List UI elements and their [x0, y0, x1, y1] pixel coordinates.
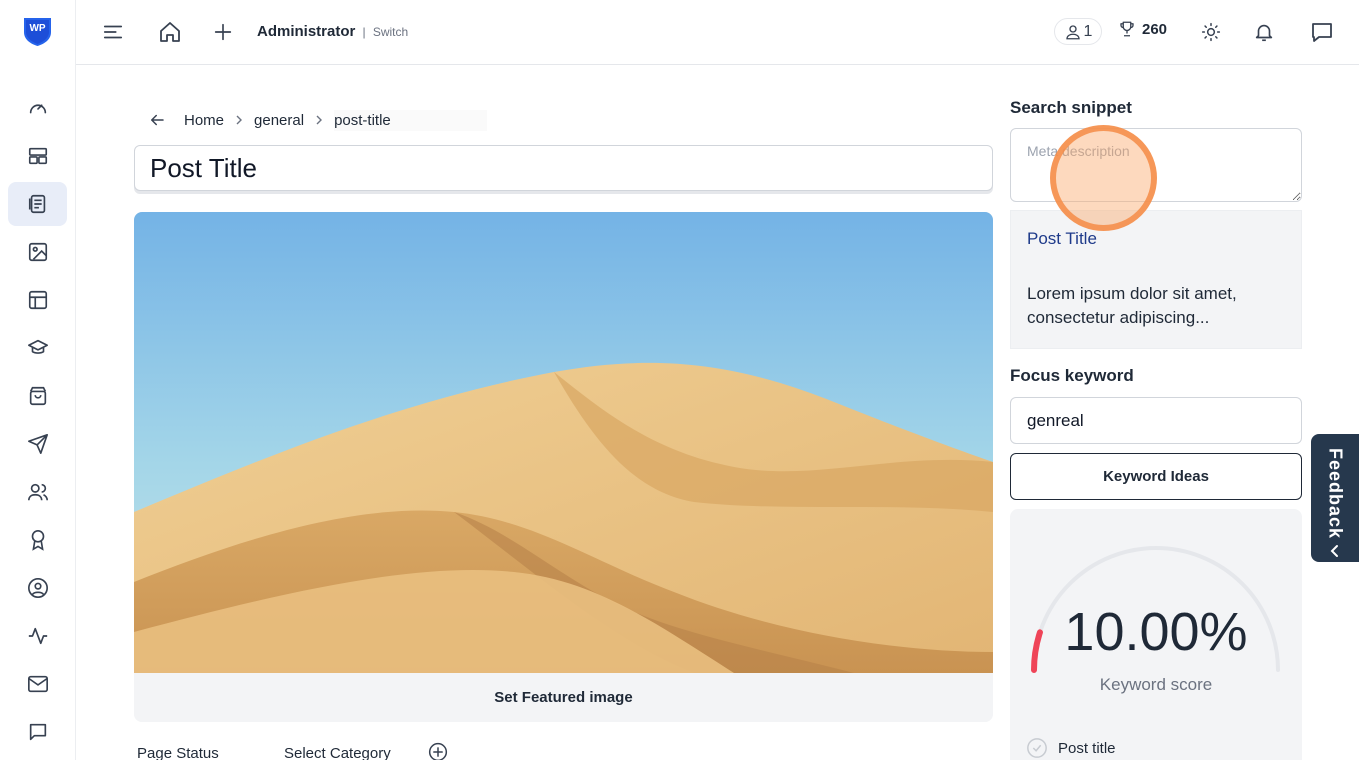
- sidebar-item-tables[interactable]: [8, 278, 67, 322]
- search-snippet-heading: Search snippet: [1010, 98, 1132, 117]
- points-display[interactable]: 260: [1118, 20, 1167, 38]
- sidebar-item-courses[interactable]: [8, 326, 67, 370]
- sidebar-item-shop[interactable]: [8, 374, 67, 418]
- layout-icon: [27, 145, 49, 167]
- check-item: Post title: [1026, 737, 1116, 759]
- sidebar-item-activity[interactable]: [8, 614, 67, 658]
- add-category-icon[interactable]: [428, 742, 448, 760]
- sidebar: WP: [0, 0, 76, 760]
- switch-link[interactable]: Switch: [373, 25, 408, 39]
- sidebar-item-media[interactable]: [8, 230, 67, 274]
- breadcrumb-home[interactable]: Home: [184, 112, 224, 129]
- meta-description-input[interactable]: [1010, 128, 1302, 202]
- breadcrumb-category[interactable]: general: [254, 112, 304, 129]
- sidebar-item-badges[interactable]: [8, 518, 67, 562]
- keyword-score-card: 10.00% Keyword score Post title: [1010, 509, 1302, 760]
- users-icon: [27, 481, 49, 503]
- keyword-ideas-button[interactable]: Keyword Ideas: [1010, 453, 1302, 500]
- snippet-preview-description: Lorem ipsum dolor sit amet, consectetur …: [1027, 284, 1237, 327]
- online-users-pill[interactable]: 1: [1054, 18, 1102, 45]
- select-category-label[interactable]: Select Category: [284, 745, 391, 760]
- send-icon: [27, 433, 49, 455]
- sidebar-item-profile[interactable]: [8, 566, 67, 610]
- messages-icon[interactable]: [1308, 18, 1336, 46]
- activity-icon: [27, 625, 49, 647]
- graduation-cap-icon: [27, 337, 49, 359]
- add-new-icon[interactable]: [209, 18, 237, 46]
- breadcrumb: Home general post-title: [148, 108, 487, 132]
- shopping-bag-icon: [27, 385, 49, 407]
- check-item-label: Post title: [1058, 739, 1116, 757]
- user-circle-icon: [27, 577, 49, 599]
- theme-toggle-icon[interactable]: [1197, 18, 1225, 46]
- breadcrumb-slug[interactable]: post-title: [334, 109, 487, 131]
- sidebar-item-campaigns[interactable]: [8, 422, 67, 466]
- feedback-label: Feedback: [1325, 448, 1346, 540]
- set-featured-image-button[interactable]: Set Featured image: [134, 673, 993, 722]
- snippet-preview: Post Title Lorem ipsum dolor sit amet, c…: [1010, 210, 1302, 349]
- user-icon: [1064, 23, 1082, 41]
- back-arrow-icon[interactable]: [148, 111, 166, 129]
- chat-icon: [27, 721, 49, 743]
- post-title-input[interactable]: [134, 145, 993, 191]
- featured-image-card: Set Featured image: [134, 212, 993, 722]
- user-switcher[interactable]: Administrator | Switch: [257, 23, 408, 40]
- wp-logo[interactable]: WP: [22, 15, 53, 47]
- dashboard-gauge-icon: [27, 97, 49, 119]
- snippet-preview-title: Post Title: [1027, 229, 1097, 248]
- trophy-icon: [1118, 20, 1136, 38]
- table-icon: [27, 289, 49, 311]
- sidebar-item-dashboard[interactable]: [8, 86, 67, 130]
- top-bar: Administrator | Switch 1 260: [76, 0, 1359, 65]
- user-name: Administrator: [257, 23, 356, 40]
- feedback-tab[interactable]: Feedback: [1311, 434, 1359, 562]
- focus-keyword-heading: Focus keyword: [1010, 366, 1134, 385]
- keyword-score-value: 10.00%: [1064, 602, 1248, 662]
- image-icon: [27, 241, 49, 263]
- bell-icon[interactable]: [1250, 18, 1278, 46]
- featured-image[interactable]: [134, 212, 993, 673]
- sidebar-item-layout[interactable]: [8, 134, 67, 178]
- sidebar-item-pages[interactable]: [8, 182, 67, 226]
- user-separator: |: [362, 25, 366, 39]
- focus-keyword-input[interactable]: [1010, 397, 1302, 444]
- sidebar-item-mail[interactable]: [8, 662, 67, 706]
- mail-icon: [27, 673, 49, 695]
- menu-toggle-icon[interactable]: [99, 18, 127, 46]
- online-users-count: 1: [1083, 22, 1093, 40]
- sidebar-item-users[interactable]: [8, 470, 67, 514]
- award-icon: [27, 529, 49, 551]
- logo-text: WP: [29, 23, 45, 34]
- points-value: 260: [1142, 20, 1168, 38]
- home-icon[interactable]: [156, 18, 184, 46]
- check-circle-icon: [1026, 737, 1048, 759]
- pages-icon: [27, 193, 49, 215]
- sidebar-item-messages[interactable]: [8, 710, 67, 754]
- page-status-label[interactable]: Page Status: [137, 745, 219, 760]
- keyword-score-label: Keyword score: [1099, 675, 1213, 694]
- chevron-left-icon: [1327, 543, 1343, 559]
- chevron-right-icon: [314, 115, 324, 125]
- chevron-right-icon: [234, 115, 244, 125]
